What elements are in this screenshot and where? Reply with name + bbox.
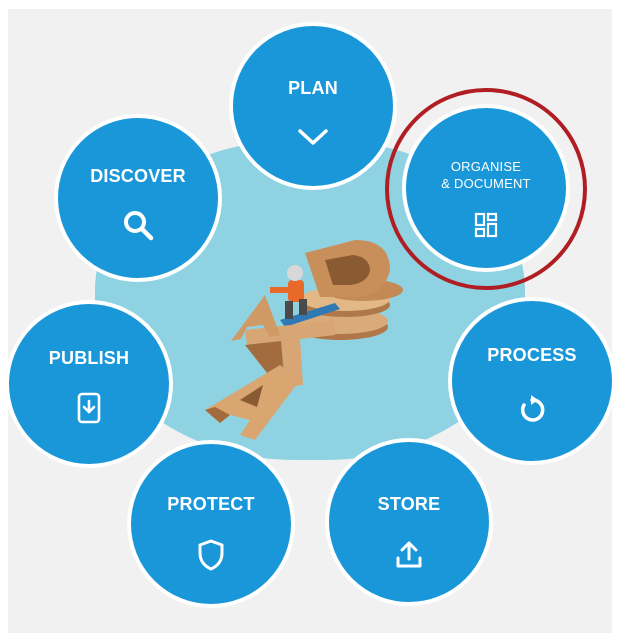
protect-node[interactable]: PROTECT: [127, 440, 295, 608]
discover-label: DISCOVER: [90, 166, 186, 186]
protect-label: PROTECT: [167, 494, 255, 514]
chevron-down-icon: [298, 129, 328, 145]
download-file-icon: [77, 392, 101, 424]
discover-node[interactable]: DISCOVER: [54, 114, 222, 282]
refresh-icon: [520, 395, 545, 422]
plan-label: PLAN: [288, 78, 338, 98]
publish-node[interactable]: PUBLISH: [5, 300, 173, 468]
data-letters-illustration: [205, 240, 403, 440]
store-node[interactable]: STORE: [325, 438, 493, 606]
highlight-circle: [385, 88, 587, 290]
store-label: STORE: [377, 494, 441, 514]
process-node[interactable]: PROCESS: [448, 297, 616, 465]
upload-icon: [396, 541, 422, 568]
search-icon: [124, 211, 154, 241]
plan-node[interactable]: PLAN: [229, 22, 397, 190]
process-label: PROCESS: [487, 345, 577, 365]
publish-label: PUBLISH: [48, 348, 130, 368]
shield-icon: [198, 539, 224, 571]
